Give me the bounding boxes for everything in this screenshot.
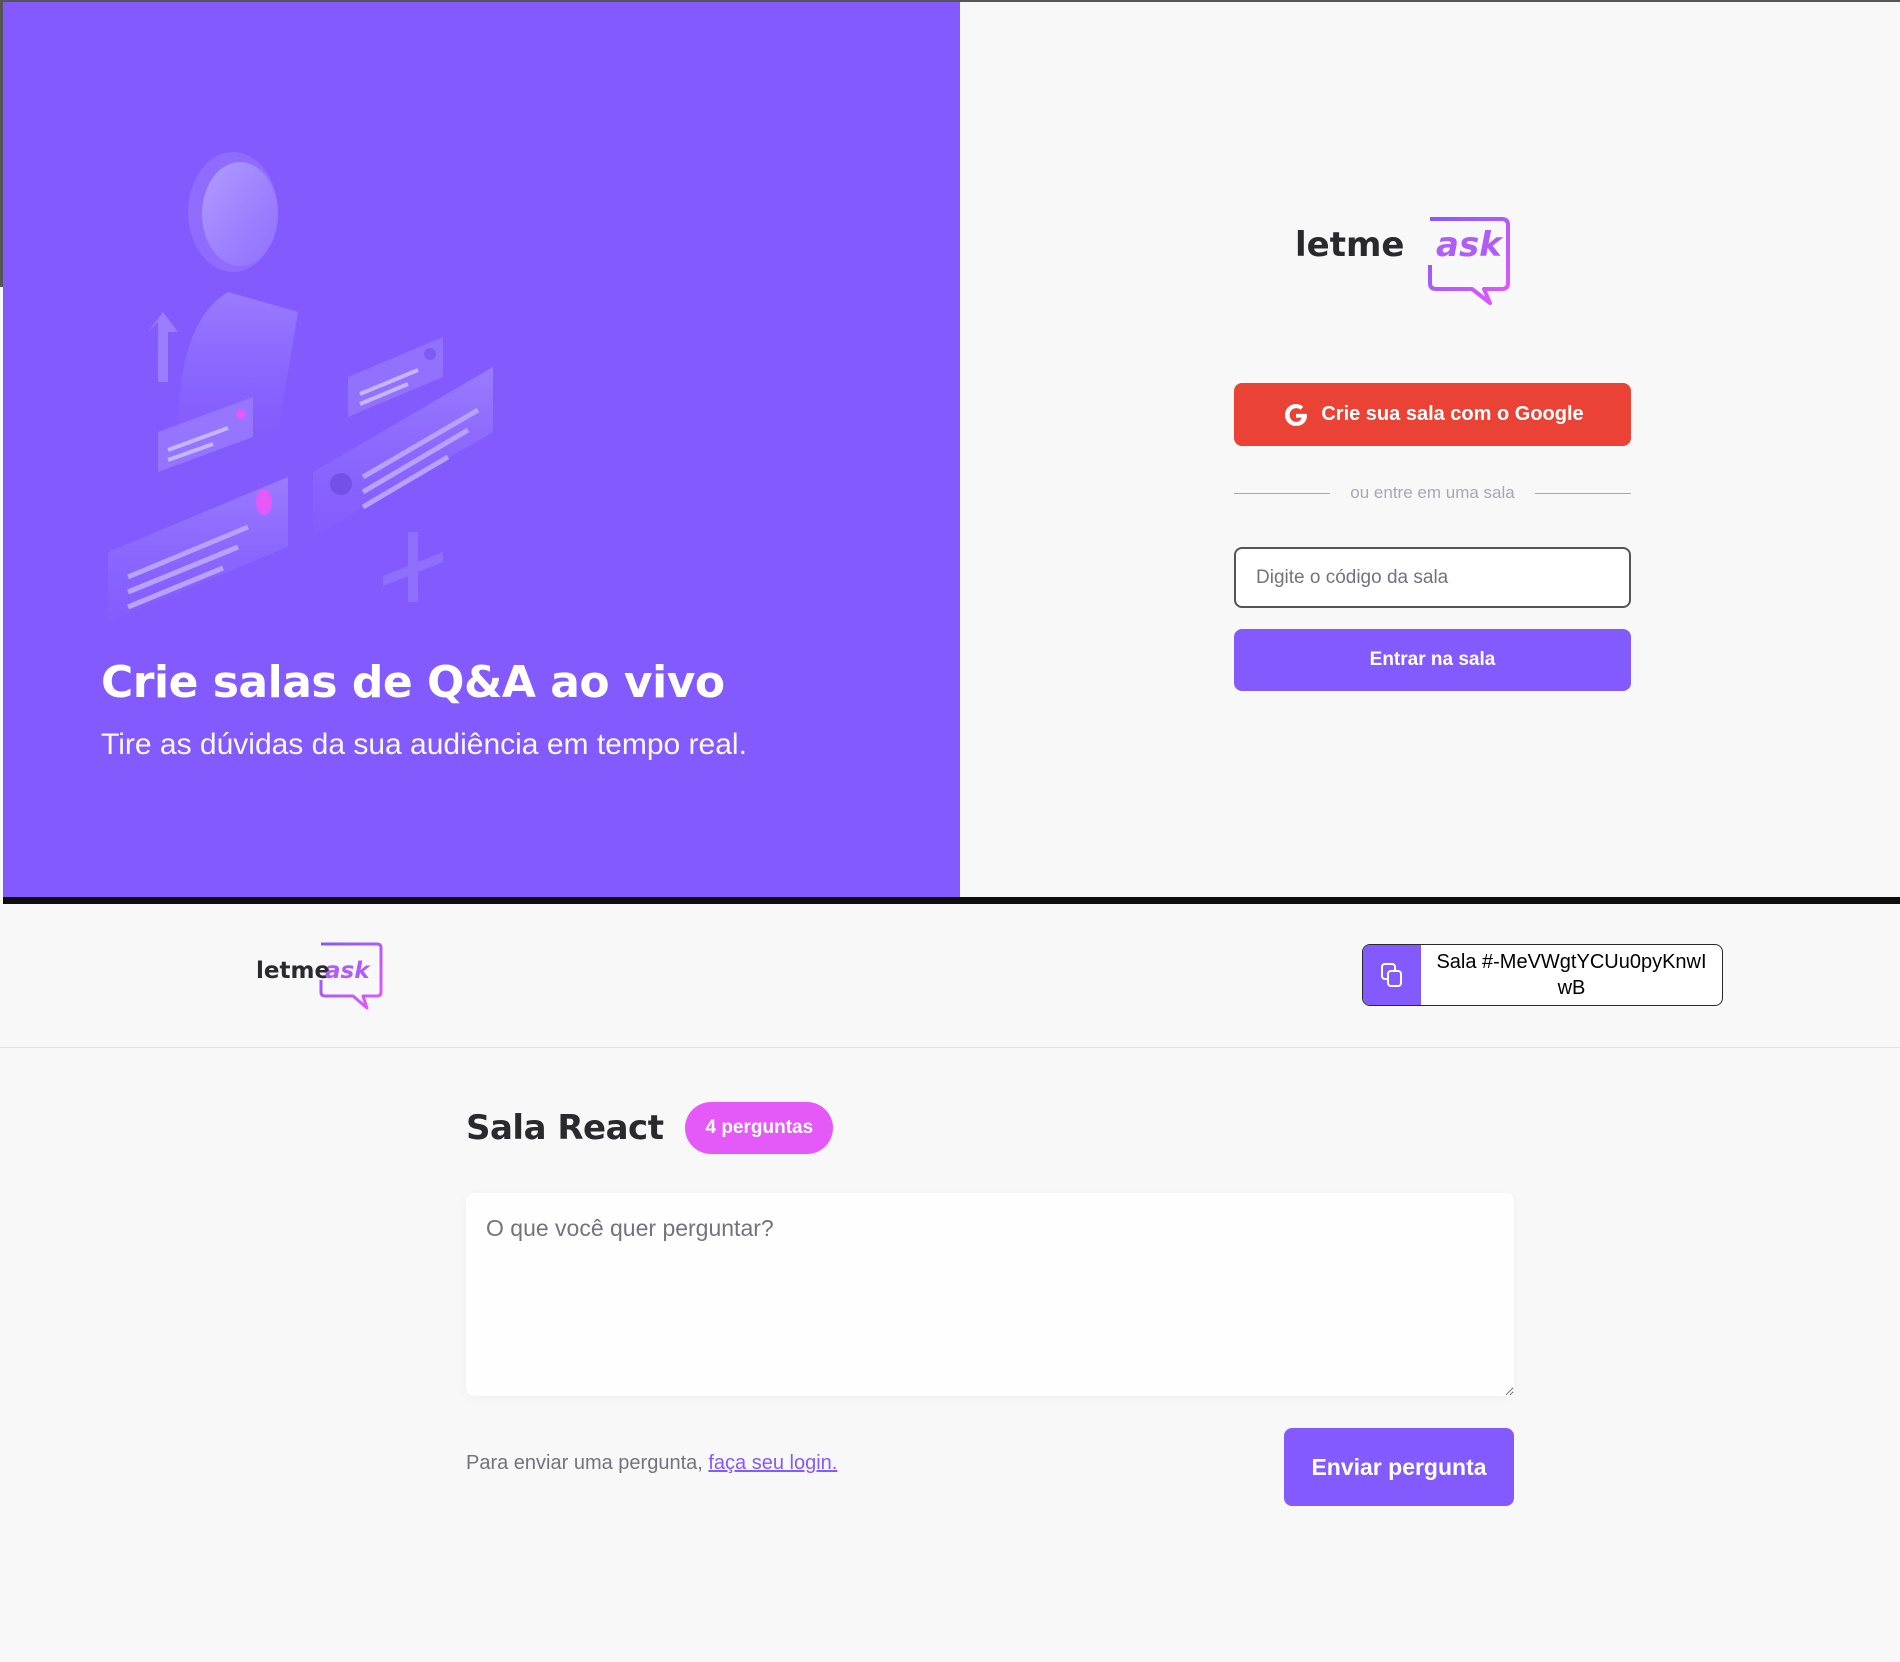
login-note: Para enviar uma pergunta, faça seu login…	[466, 1452, 837, 1475]
enter-room-button[interactable]: Entrar na sala	[1234, 629, 1631, 691]
room-code-input[interactable]	[1234, 547, 1631, 608]
question-count-badge: 4 perguntas	[685, 1102, 834, 1154]
question-textarea[interactable]	[466, 1193, 1514, 1396]
google-icon	[1285, 403, 1308, 426]
aside-title: Crie salas de Q&A ao vivo	[101, 657, 725, 708]
separator: ou entre em uma sala	[1234, 483, 1631, 503]
auth-aside: Crie salas de Q&A ao vivo Tire as dúvida…	[3, 2, 960, 899]
google-button-label: Crie sua sala com o Google	[1321, 403, 1584, 425]
login-note-text: Para enviar uma pergunta,	[466, 1452, 703, 1474]
auth-page: Crie salas de Q&A ao vivo Tire as dúvida…	[0, 0, 1900, 899]
room-header: letme ask Sala #-MeVWgtYCUu0pyKnwIwB	[0, 904, 1900, 1048]
copy-icon	[1381, 963, 1402, 987]
logo-text-letme: letme	[256, 958, 331, 984]
letmeask-logo: letme ask	[1295, 207, 1564, 307]
copy-icon-container	[1363, 945, 1421, 1005]
room-code-text: Sala #-MeVWgtYCUu0pyKnwIwB	[1436, 951, 1707, 999]
logo-text-ask: ask	[325, 958, 370, 984]
logo-text-letme: letme	[1295, 225, 1405, 265]
illustration-qa-icon	[108, 152, 493, 622]
room-code-copy-button[interactable]: Sala #-MeVWgtYCUu0pyKnwIwB	[1362, 944, 1723, 1006]
google-login-button[interactable]: Crie sua sala com o Google	[1234, 383, 1631, 446]
room-page: letme ask Sala #-MeVWgtYCUu0pyKnwIwB Sal…	[0, 904, 1900, 1662]
separator-text: ou entre em uma sala	[1350, 483, 1515, 502]
screenshot-divider	[3, 897, 1900, 904]
letmeask-logo-small: letme ask	[255, 938, 385, 1010]
room-title: Sala React	[466, 1108, 664, 1148]
logo-text-ask: ask	[1436, 225, 1502, 265]
login-link[interactable]: faça seu login.	[708, 1452, 837, 1474]
aside-subtitle: Tire as dúvidas da sua audiência em temp…	[101, 728, 747, 761]
auth-main: letme ask Crie sua sala com o Google ou …	[960, 2, 1900, 899]
room-title-row: Sala React 4 perguntas	[466, 1102, 834, 1154]
send-question-button[interactable]: Enviar pergunta	[1284, 1428, 1514, 1506]
